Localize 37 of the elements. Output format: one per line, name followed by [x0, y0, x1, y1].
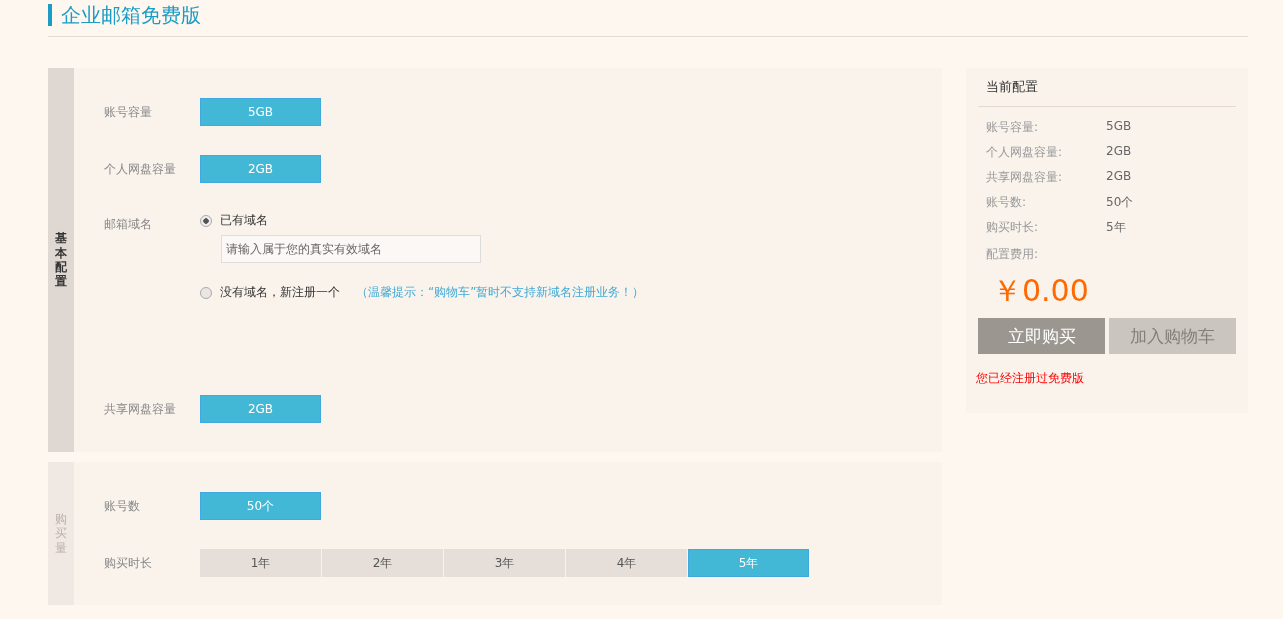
- fee-label: 配置费用:: [986, 246, 1040, 263]
- summary-label: 账号数:: [986, 194, 1028, 211]
- field-label: 邮箱域名: [104, 216, 153, 233]
- summary-value: 5年: [1106, 219, 1126, 236]
- summary-label: 共享网盘容量:: [986, 169, 1064, 186]
- field-label: 共享网盘容量: [104, 400, 177, 418]
- summary-value: 5GB: [1106, 119, 1132, 135]
- summary-value: 2GB: [1106, 144, 1132, 160]
- summary-title: 当前配置: [978, 78, 1236, 107]
- option-button[interactable]: 4年: [566, 549, 687, 577]
- radio-label[interactable]: 已有域名: [220, 212, 268, 229]
- domain-input[interactable]: 请输入属于您的真实有效域名: [221, 235, 481, 263]
- field-label: 账号容量: [104, 103, 153, 121]
- option-button[interactable]: 5年: [688, 549, 809, 577]
- option-button[interactable]: 5GB: [200, 98, 321, 126]
- page-title: 企业邮箱免费版: [48, 4, 201, 26]
- field-label: 账号数: [104, 497, 141, 515]
- notice-text: 您已经注册过免费版: [976, 370, 1085, 387]
- summary-label: 账号容量:: [986, 119, 1040, 136]
- option-button[interactable]: 1年: [200, 549, 321, 577]
- hint-text: （温馨提示：“购物车”暂时不支持新域名注册业务！）: [356, 284, 645, 301]
- summary-label: 购买时长:: [986, 219, 1040, 236]
- option-button[interactable]: 2GB: [200, 395, 321, 423]
- buy-button[interactable]: 立即购买: [978, 318, 1105, 354]
- summary-value: 2GB: [1106, 169, 1132, 185]
- option-button[interactable]: 2年: [322, 549, 443, 577]
- field-label: 个人网盘容量: [104, 160, 177, 178]
- option-button[interactable]: 2GB: [200, 155, 321, 183]
- summary-label: 个人网盘容量:: [986, 144, 1064, 161]
- radio-button[interactable]: [200, 214, 212, 227]
- price-text: ￥0.00: [991, 272, 1090, 310]
- option-button[interactable]: 3年: [444, 549, 565, 577]
- summary-value: 50个: [1106, 194, 1134, 211]
- radio-button[interactable]: [200, 286, 212, 299]
- option-button[interactable]: 50个: [200, 492, 321, 520]
- field-label: 购买时长: [104, 554, 153, 572]
- radio-label[interactable]: 没有域名，新注册一个: [220, 284, 340, 301]
